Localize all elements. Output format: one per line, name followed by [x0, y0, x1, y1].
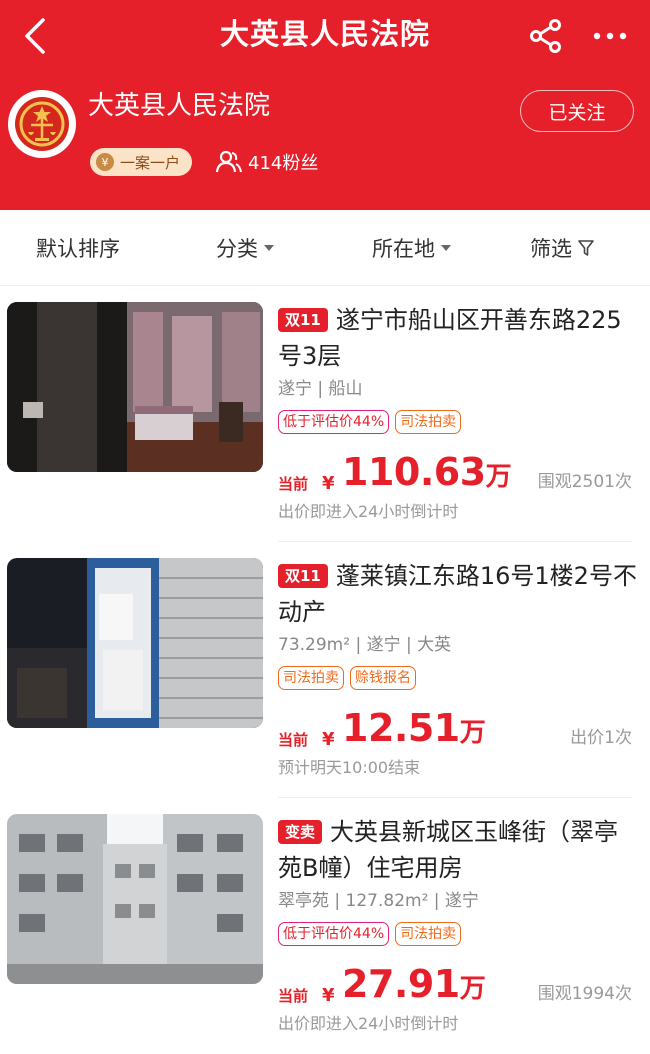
bid-note: 出价即进入24小时倒计时	[278, 502, 459, 521]
listing-tags: 司法拍卖 赊钱报名	[278, 666, 638, 690]
price-value: 12.51万	[342, 706, 486, 754]
more-dots-icon	[593, 32, 627, 40]
shop-header: 大英县人民法院 大英县人民法院 已关注 ¥ 一案一户 414粉丝	[0, 0, 650, 210]
listing-title-text: 蓬莱镇江东路16号1楼2号不动产	[278, 562, 637, 626]
sale-tag: 变卖	[278, 820, 323, 844]
shop-name: 大英县人民法院	[88, 91, 271, 121]
listing-location: 73.29m² | 遂宁 | 大英	[278, 635, 452, 655]
listing-title: 变卖 大英县新城区玉峰街（翠亭苑B幢）住宅用房	[278, 814, 638, 886]
follow-button[interactable]: 已关注	[520, 90, 634, 132]
currency-symbol: ¥	[322, 985, 335, 1006]
category-label: 分类	[216, 237, 258, 261]
listing-location: 遂宁 | 船山	[278, 379, 363, 399]
listing-item[interactable]: 变卖 大英县新城区玉峰街（翠亭苑B幢）住宅用房 翠亭苑 | 127.82m² | …	[0, 798, 650, 1054]
listing-item[interactable]: 双11 蓬莱镇江东路16号1楼2号不动产 73.29m² | 遂宁 | 大英 司法…	[0, 542, 650, 798]
bid-note: 出价即进入24小时倒计时	[278, 1014, 459, 1033]
listing-info: 变卖 大英县新城区玉峰街（翠亭苑B幢）住宅用房 翠亭苑 | 127.82m² | …	[278, 814, 638, 946]
price-value: 110.63万	[342, 450, 512, 498]
discount-tag: 低于评估价44%	[278, 922, 390, 946]
share-icon	[530, 19, 561, 53]
top-bar: 大英县人民法院	[0, 0, 650, 72]
price-value: 27.91万	[342, 962, 486, 1010]
price-label: 当前	[278, 475, 309, 493]
listing-title: 双11 遂宁市船山区开善东路225号3层	[278, 302, 638, 374]
price-label: 当前	[278, 987, 309, 1005]
price-number: 110.63	[342, 450, 486, 494]
credit-signup-tag: 赊钱报名	[350, 666, 416, 690]
caret-down-icon	[441, 245, 451, 251]
listing-title-text: 大英县新城区玉峰街（翠亭苑B幢）住宅用房	[278, 818, 619, 882]
sort-label: 默认排序	[36, 237, 120, 261]
listing-tags: 低于评估价44% 司法拍卖	[278, 410, 638, 434]
price-number: 12.51	[342, 706, 460, 750]
bid-count: 出价1次	[570, 728, 632, 748]
listing-location: 翠亭苑 | 127.82m² | 遂宁	[278, 891, 479, 911]
funnel-icon	[578, 240, 594, 256]
price-label: 当前	[278, 731, 309, 749]
caret-down-icon	[264, 245, 274, 251]
listing-photo-shopfront[interactable]	[7, 558, 263, 728]
listing-tags: 低于评估价44% 司法拍卖	[278, 922, 638, 946]
price-unit: 万	[485, 462, 512, 492]
category-filter[interactable]: 分类	[216, 232, 274, 264]
currency-symbol: ¥	[322, 729, 335, 750]
price-unit: 万	[459, 974, 486, 1004]
coin-icon: ¥	[96, 153, 114, 171]
fans-label: 414粉丝	[248, 153, 319, 174]
shop-profile: 大英县人民法院 已关注 ¥ 一案一户 414粉丝	[0, 82, 650, 192]
listing-photo-hotel-room[interactable]	[7, 302, 263, 472]
discount-tag: 低于评估价44%	[278, 410, 390, 434]
price-row: 当前 ¥ 12.51万 出价1次	[278, 707, 638, 754]
filter-bar: 默认排序 分类 所在地 筛选	[0, 210, 650, 286]
listing-title-text: 遂宁市船山区开善东路225号3层	[278, 306, 622, 370]
view-count: 围观1994次	[537, 984, 632, 1004]
view-count: 围观2501次	[537, 472, 632, 492]
listing-photo-apartment-building[interactable]	[7, 814, 263, 984]
price-row: 当前 ¥ 27.91万 围观1994次	[278, 963, 638, 1010]
court-emblem-avatar[interactable]	[8, 90, 76, 158]
court-emblem-icon	[15, 97, 69, 151]
end-time-note: 预计明天10:00结束	[278, 758, 421, 777]
filter-label: 筛选	[530, 237, 572, 261]
listing-item[interactable]: 双11 遂宁市船山区开善东路225号3层 遂宁 | 船山 低于评估价44% 司法拍…	[0, 286, 650, 542]
listing-info: 双11 遂宁市船山区开善东路225号3层 遂宁 | 船山 低于评估价44% 司法拍…	[278, 302, 638, 434]
price-unit: 万	[459, 718, 486, 748]
advanced-filter[interactable]: 筛选	[530, 232, 594, 264]
share-button[interactable]	[524, 14, 568, 58]
currency-symbol: ¥	[322, 473, 335, 494]
more-button[interactable]	[588, 14, 632, 58]
judicial-auction-tag: 司法拍卖	[278, 666, 344, 690]
price-number: 27.91	[342, 962, 460, 1006]
double11-tag: 双11	[278, 308, 328, 332]
sort-filter[interactable]: 默认排序	[36, 232, 120, 264]
users-icon	[216, 150, 242, 173]
listing-info: 双11 蓬莱镇江东路16号1楼2号不动产 73.29m² | 遂宁 | 大英 司法…	[278, 558, 638, 690]
listing-title: 双11 蓬莱镇江东路16号1楼2号不动产	[278, 558, 638, 630]
case-badge-label: 一案一户	[120, 153, 181, 172]
double11-tag: 双11	[278, 564, 328, 588]
judicial-auction-tag: 司法拍卖	[395, 922, 462, 946]
location-label: 所在地	[372, 237, 435, 261]
fans-count[interactable]: 414粉丝	[216, 146, 318, 178]
price-row: 当前 ¥ 110.63万 围观2501次	[278, 451, 638, 498]
case-badge: ¥ 一案一户	[90, 148, 193, 176]
location-filter[interactable]: 所在地	[372, 232, 451, 264]
judicial-auction-tag: 司法拍卖	[395, 410, 462, 434]
